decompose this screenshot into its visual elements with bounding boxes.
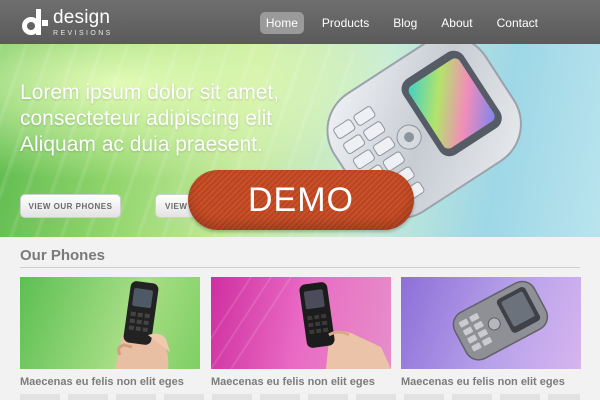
section-divider <box>20 267 580 268</box>
phone-card-image-2[interactable] <box>211 277 391 369</box>
hand-phone-image <box>211 277 391 369</box>
nav-home[interactable]: Home <box>259 12 304 34</box>
headline-line-2: consecteteur adipiscing elit <box>20 107 273 130</box>
hand-phone-image <box>115 281 170 369</box>
grey-phone-image <box>452 280 549 361</box>
view-our-phones-button[interactable]: VIEW OUR PHONES <box>20 194 121 218</box>
headline-line-3: Aliquam ac duia praesent. <box>20 133 263 156</box>
phone-card-title-1[interactable]: Maecenas eu felis non elit eges <box>20 376 184 388</box>
demo-button[interactable]: DEMO <box>188 170 414 230</box>
headline-line-1: Lorem ipsum dolor sit amet, <box>20 81 280 104</box>
nav-blog[interactable]: Blog <box>387 12 423 34</box>
nav-products[interactable]: Products <box>316 12 375 34</box>
cut-off-description-text <box>20 394 580 400</box>
main-nav: Home Products Blog About Contact <box>258 12 544 34</box>
phone-card-title-3[interactable]: Maecenas eu felis non elit eges <box>401 376 565 388</box>
hero-headline: Lorem ipsum dolor sit amet, consecteteur… <box>20 80 320 158</box>
top-navigation-bar: design REVISIONS Home Products Blog Abou… <box>0 0 600 44</box>
section-title: Our Phones <box>20 247 106 264</box>
phone-card-image-1[interactable] <box>20 277 200 369</box>
phone-card-title-2[interactable]: Maecenas eu felis non elit eges <box>211 376 375 388</box>
nav-contact[interactable]: Contact <box>491 12 544 34</box>
logo-word: design <box>53 6 111 28</box>
nav-about[interactable]: About <box>435 12 478 34</box>
phone-card-image-3[interactable] <box>401 277 581 369</box>
logo-subtitle: REVISIONS <box>53 29 113 37</box>
logo-d-icon <box>22 8 48 36</box>
site-logo[interactable]: design REVISIONS <box>22 5 113 39</box>
